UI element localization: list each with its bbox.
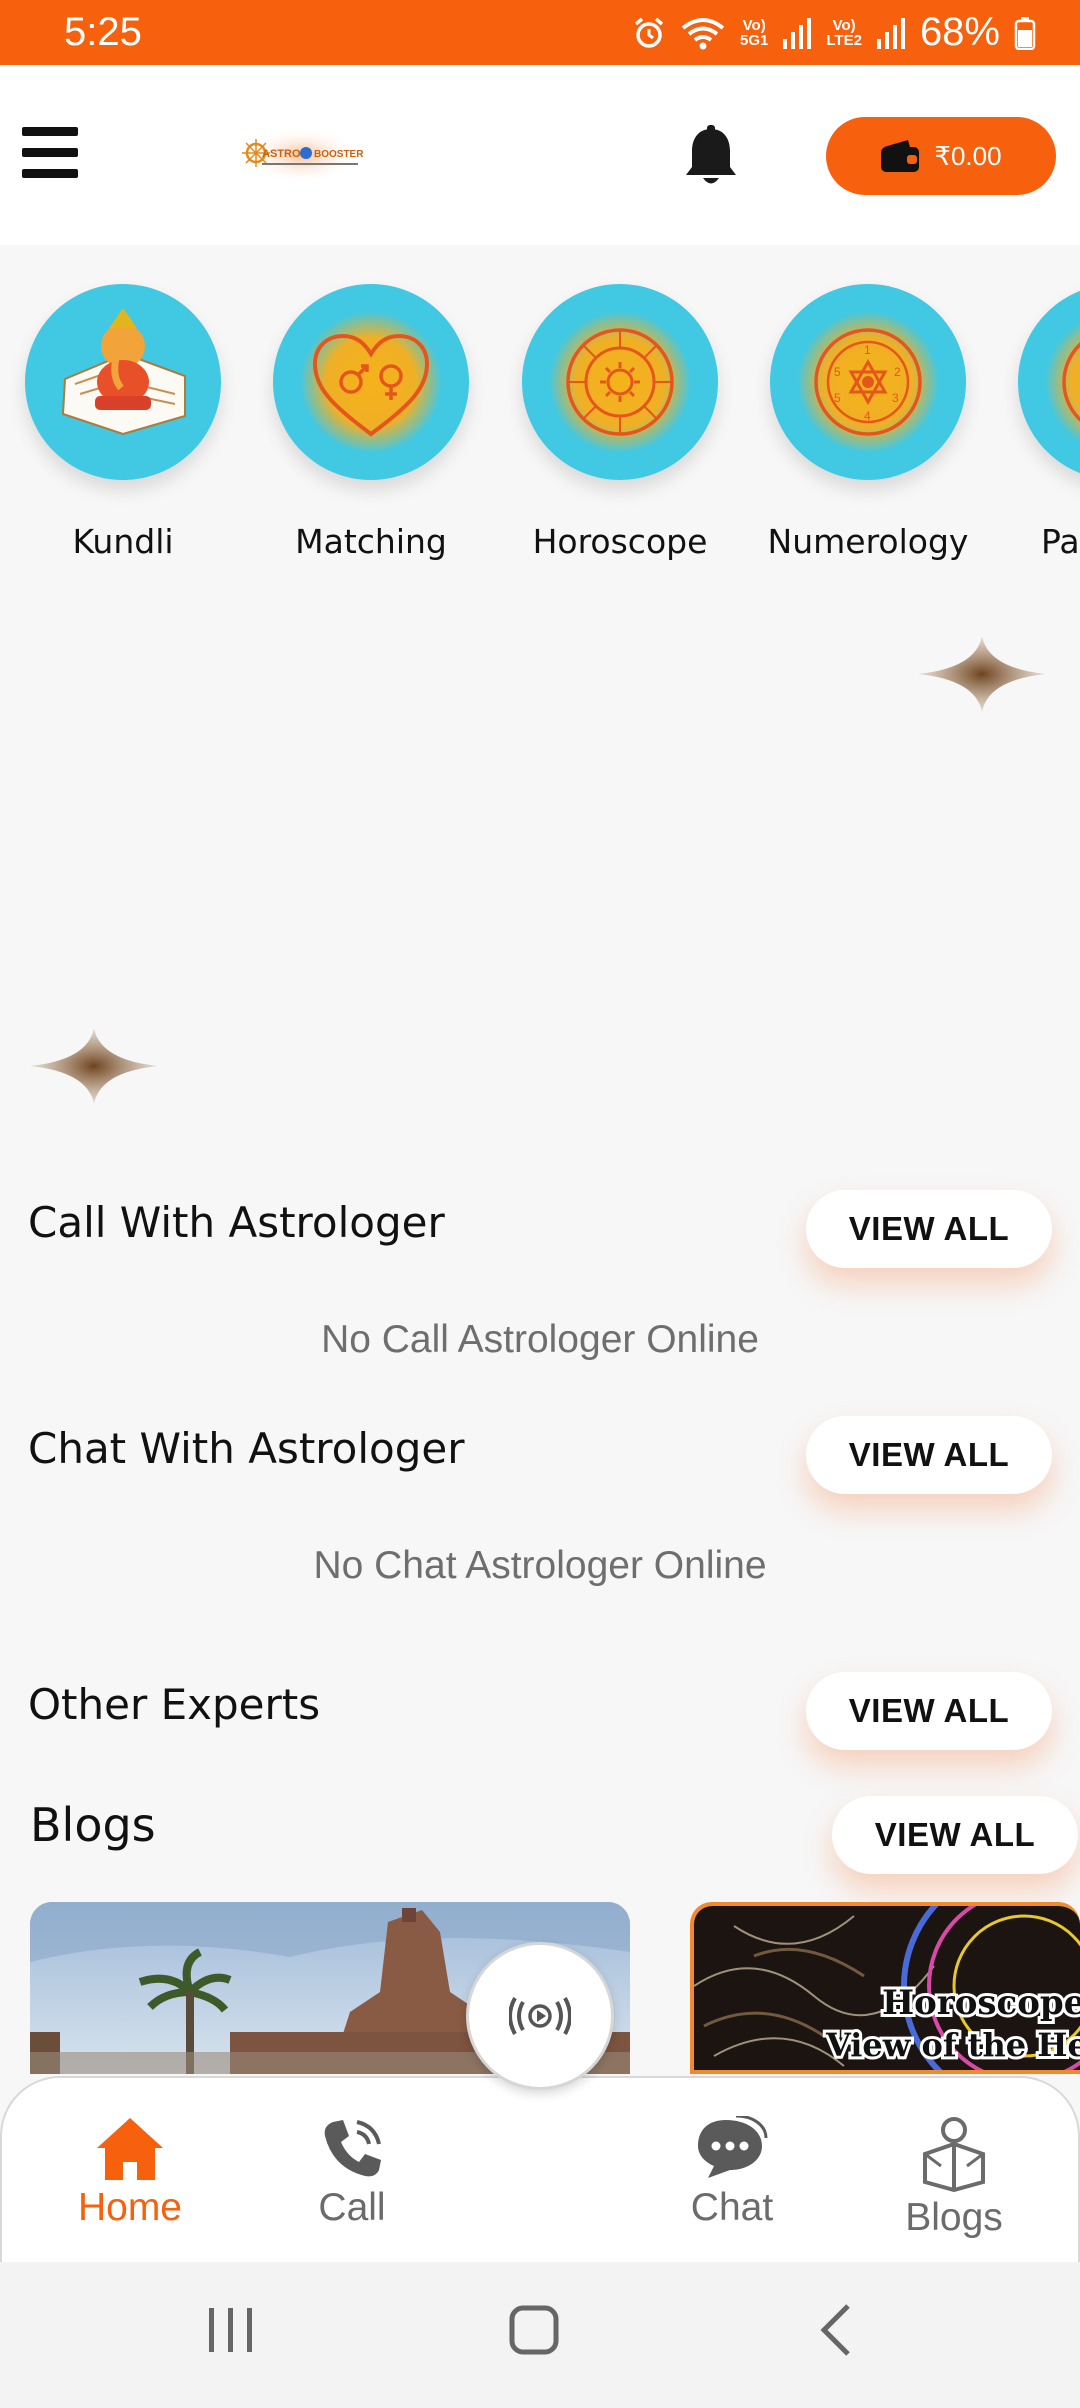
alarm-icon [634, 17, 664, 48]
bottom-navigation: Home Call Chat Blogs [0, 2076, 1080, 2262]
nav-blogs[interactable]: Blogs [854, 2078, 1054, 2240]
svg-text:4: 4 [864, 409, 871, 423]
category-label: Matching [295, 522, 447, 561]
sparkle-icon [918, 636, 1046, 712]
svg-text:2: 2 [894, 365, 901, 379]
chat-bubble-icon [698, 2116, 768, 2178]
recent-apps-icon[interactable] [206, 2302, 256, 2358]
home-system-icon[interactable] [508, 2302, 560, 2358]
wallet-balance-text: ₹0.00 [934, 140, 1002, 171]
nav-call[interactable]: Call [252, 2078, 452, 2230]
category-carousel[interactable]: Kundli Matching Horoscope 1 2 3 4 5 5 Nu… [0, 270, 1080, 580]
category-label: Horoscope [532, 522, 708, 561]
panchang-icon [1062, 342, 1080, 422]
app-header: ASTRO BOOSTER ₹0.00 [0, 65, 1080, 245]
blog-overlay-title: Horoscope [882, 1983, 1080, 2023]
back-icon[interactable] [816, 2302, 856, 2358]
chat-section-title: Chat With Astrologer [28, 1424, 465, 1473]
zodiac-wheel-icon [566, 328, 674, 436]
experts-section-title: Other Experts [28, 1680, 321, 1729]
blog-image-horoscope: Horoscope View of the He [694, 1906, 1080, 2070]
call-empty-message: No Call Astrologer Online [321, 1318, 759, 1361]
heart-gender-icon [312, 333, 430, 437]
category-label: Numerology [767, 522, 969, 561]
category-panchang[interactable]: Pa [1001, 284, 1080, 561]
call-view-all-button[interactable]: VIEW ALL [806, 1190, 1052, 1268]
blogs-section-title: Blogs [30, 1798, 156, 1852]
astro-booster-logo: ASTRO BOOSTER [242, 127, 364, 183]
network-2-label: Vo) LTE2 [826, 16, 862, 49]
category-label: Pa [1041, 522, 1080, 561]
nav-chat-label: Chat [690, 2186, 774, 2229]
live-broadcast-icon [509, 1997, 571, 2035]
svg-text:1: 1 [864, 343, 871, 357]
sparkle-icon [30, 1028, 158, 1104]
category-matching[interactable]: Matching [256, 284, 486, 561]
call-section-title: Call With Astrologer [28, 1198, 445, 1247]
wallet-balance-button[interactable]: ₹0.00 [826, 117, 1056, 195]
home-icon [97, 2118, 163, 2180]
nav-call-label: Call [318, 2186, 386, 2229]
status-time: 5:25 [64, 10, 142, 54]
category-label: Kundli [72, 522, 174, 561]
nav-home-label: Home [77, 2186, 183, 2229]
blog-reader-icon [923, 2117, 985, 2192]
svg-text:5: 5 [834, 365, 841, 379]
notification-bell-icon[interactable] [682, 125, 740, 189]
wallet-icon [881, 140, 920, 172]
chat-view-all-button[interactable]: VIEW ALL [806, 1416, 1052, 1494]
svg-text:ASTRO: ASTRO [262, 148, 301, 160]
phone-icon [324, 2120, 381, 2177]
ganesha-kundli-icon [61, 308, 186, 436]
svg-text:3: 3 [892, 391, 899, 405]
signal-2-icon [876, 17, 905, 49]
nav-blogs-label: Blogs [905, 2196, 1003, 2239]
category-numerology[interactable]: 1 2 3 4 5 5 Numerology [753, 284, 983, 561]
blog-overlay-subtitle: View of the He [825, 2026, 1080, 2064]
numerology-wheel-icon: 1 2 3 4 5 5 [814, 328, 922, 436]
nav-home[interactable]: Home [30, 2078, 230, 2230]
blog-card[interactable]: Horoscope View of the He [690, 1902, 1080, 2074]
category-horoscope[interactable]: Horoscope [505, 284, 735, 561]
experts-view-all-button[interactable]: VIEW ALL [806, 1672, 1052, 1750]
status-bar: 5:25 Vo) 5G1 Vo) LTE2 68% [0, 0, 1080, 65]
system-navigation-bar [0, 2262, 1080, 2408]
hamburger-menu-icon[interactable] [22, 127, 78, 183]
battery-icon [1014, 16, 1036, 50]
svg-text:5: 5 [834, 391, 841, 405]
blogs-view-all-button[interactable]: VIEW ALL [832, 1796, 1078, 1874]
live-broadcast-button[interactable] [466, 1942, 614, 2090]
network-1-label: Vo) 5G1 [740, 16, 769, 49]
svg-text:BOOSTER: BOOSTER [314, 149, 364, 160]
nav-chat[interactable]: Chat [632, 2078, 832, 2230]
signal-1-icon [783, 17, 812, 49]
status-icons: Vo) 5G1 Vo) LTE2 68% [632, 10, 1036, 55]
battery-percent: 68% [919, 10, 1000, 54]
wifi-icon [681, 17, 725, 49]
category-kundli[interactable]: Kundli [8, 284, 238, 561]
chat-empty-message: No Chat Astrologer Online [313, 1544, 767, 1587]
